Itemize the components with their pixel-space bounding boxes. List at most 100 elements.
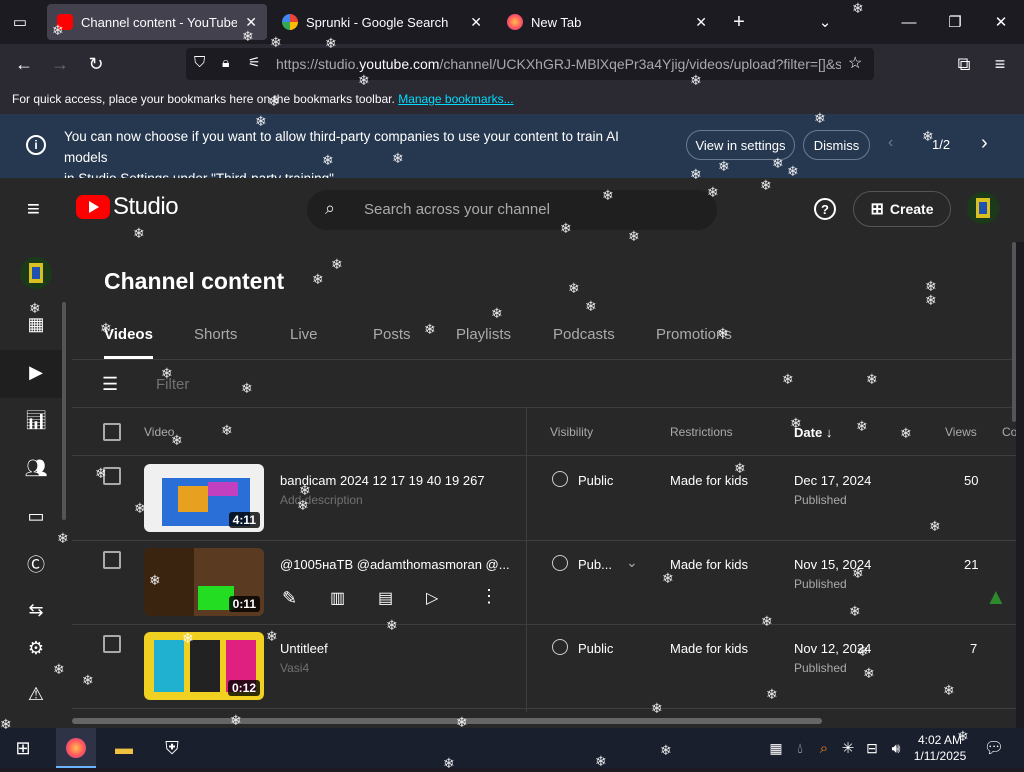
settings-gear-icon[interactable]: ⚙ [24,636,48,660]
tab-podcasts[interactable]: Podcasts [553,326,615,343]
new-tab-plus-icon[interactable]: + [716,0,762,44]
hamburger-menu-icon[interactable]: ≡ [27,198,40,220]
youtube-favicon-icon [57,14,73,30]
notifications-icon[interactable]: 💬︎ [980,734,1008,762]
prev-chevron-icon[interactable]: ‹ [888,134,893,152]
h-scrollbar[interactable] [72,718,822,724]
security-shield-icon[interactable]: ⛨ [158,734,186,762]
col-restrictions[interactable]: Restrictions [670,425,733,439]
col-date[interactable]: Date ↓ [794,425,832,440]
row-checkbox[interactable] [103,551,121,569]
help-icon[interactable]: ? [814,198,836,220]
tab-list-icon[interactable]: ▭ [8,10,32,34]
status-value: Published [794,661,847,675]
tab-sprunki-search[interactable]: Sprunki - Google Search ✕ [272,4,492,40]
lock-icon[interactable]: 🔒︎ [222,54,229,71]
search-icon: ⌕ [325,198,336,218]
account-avatar[interactable] [967,192,999,224]
video-title[interactable]: bandicam 2024 12 17 19 40 19 267 [280,473,510,488]
close-tab-icon[interactable]: ✕ [245,14,257,31]
filter-input[interactable]: Filter [156,376,189,393]
col-visibility[interactable]: Visibility [550,425,593,439]
tab-title: Sprunki - Google Search [306,14,449,30]
tab-overflow-chevron-icon[interactable]: ⌄ [802,0,848,44]
channel-avatar[interactable] [20,257,52,289]
extensions-icon[interactable]: ⧉ [952,52,976,76]
feedback-icon[interactable]: ⚠ [24,682,48,706]
create-plus-icon: ⊞ [870,201,884,218]
dashboard-icon[interactable]: ▦ [24,312,48,336]
permissions-icon[interactable]: ⚟ [248,54,261,71]
firefox-taskbar-icon[interactable] [62,734,90,762]
analytics-icon[interactable]: 📊︎ [24,408,48,432]
sort-down-arrow-icon: ↓ [825,425,833,440]
select-all-checkbox[interactable] [103,423,121,441]
video-title[interactable]: @1005наТВ @adamthomasmoran @... [280,557,510,572]
volume-icon[interactable]: 🔊︎ [882,734,910,762]
views-value: 21 [964,557,979,572]
comments-icon[interactable]: ▤ [378,588,393,608]
row-checkbox[interactable] [103,467,121,485]
forward-arrow-icon[interactable]: → [48,52,72,76]
youtube-view-icon[interactable]: ▷ [426,588,438,608]
shield-icon[interactable]: ⛉ [194,54,205,71]
tab-shorts[interactable]: Shorts [194,326,237,343]
minimize-window-icon[interactable]: — [886,0,932,44]
tab-videos[interactable]: Videos [104,326,153,359]
close-window-icon[interactable]: ✕ [978,0,1024,44]
reload-icon[interactable]: ↻ [84,52,108,76]
next-chevron-icon[interactable]: › [981,132,988,155]
close-tab-icon[interactable]: ✕ [695,14,707,31]
view-in-settings-button[interactable]: View in settings [686,130,795,160]
bookmark-star-icon[interactable]: ☆ [848,53,862,73]
close-tab-icon[interactable]: ✕ [470,14,482,31]
studio-left-nav: ▦ ▶ 📊︎ 👥︎ ▭ Ⓒ ⇆ ⚙ ⚠ [0,242,72,712]
manage-bookmarks-link[interactable]: Manage bookmarks... [398,92,513,106]
col-comments[interactable]: Co [1002,425,1016,439]
video-title[interactable]: Untitleef [280,641,510,656]
file-explorer-icon[interactable]: ▬ [110,734,138,762]
tab-live[interactable]: Live [290,326,318,343]
tab-new-tab[interactable]: New Tab ✕ [497,4,717,40]
subtitles-icon[interactable]: ▭ [24,504,48,528]
tab-playlists[interactable]: Playlists [456,326,511,343]
dismiss-button[interactable]: Dismiss [803,130,870,160]
youtube-logo-icon[interactable] [76,195,110,219]
back-arrow-icon[interactable]: ← [12,52,36,76]
globe-icon [552,555,568,571]
visibility-value[interactable]: Pub... [578,557,612,572]
url-bar[interactable]: ⛉ 🔒︎ ⚟ https://studio.youtube.com/channe… [186,48,874,80]
more-options-icon[interactable]: ⋮ [480,586,498,607]
analytics-icon[interactable]: ▥ [330,588,345,608]
tabs-divider [72,359,1016,360]
filter-icon[interactable]: ☰ [102,374,118,395]
video-duration: 0:12 [227,680,260,696]
col-views[interactable]: Views [945,425,977,439]
restore-window-icon[interactable]: ❐ [932,0,978,44]
studio-logo-text[interactable]: Studio [113,193,179,221]
row-checkbox[interactable] [103,635,121,653]
nav-scrollbar[interactable] [62,302,66,520]
video-thumbnail[interactable]: 4:11 [144,464,264,532]
video-thumbnail[interactable]: 0:12 [144,632,264,700]
community-icon[interactable]: 👥︎ [24,456,48,480]
edit-pencil-icon[interactable]: ✎ [282,588,297,609]
main-scrollbar[interactable] [1012,242,1016,422]
visibility-value[interactable]: Public [578,641,613,656]
visibility-dropdown-chevron-icon[interactable]: ⌄ [626,554,638,571]
tab-promotions[interactable]: Promotions [656,326,732,343]
copyright-icon[interactable]: Ⓒ [24,552,48,576]
tab-channel-content[interactable]: Channel content - YouTube Studio ✕ [47,4,267,40]
video-thumbnail[interactable]: 0:11 [144,548,264,616]
tab-posts[interactable]: Posts [373,326,411,343]
content-play-icon[interactable]: ▶ [24,360,48,384]
channel-search-input[interactable]: ⌕ Search across your channel [307,190,717,230]
column-divider [526,408,527,712]
app-menu-icon[interactable]: ≡ [988,52,1012,76]
row-divider [72,540,1016,541]
visibility-value[interactable]: Public [578,473,613,488]
earn-icon[interactable]: ⇆ [24,598,48,622]
create-button[interactable]: ⊞ Create [853,191,951,227]
clock[interactable]: 4:02 AM 1/11/2025 [908,732,972,764]
windows-start-icon[interactable]: ⊞ [9,734,37,762]
